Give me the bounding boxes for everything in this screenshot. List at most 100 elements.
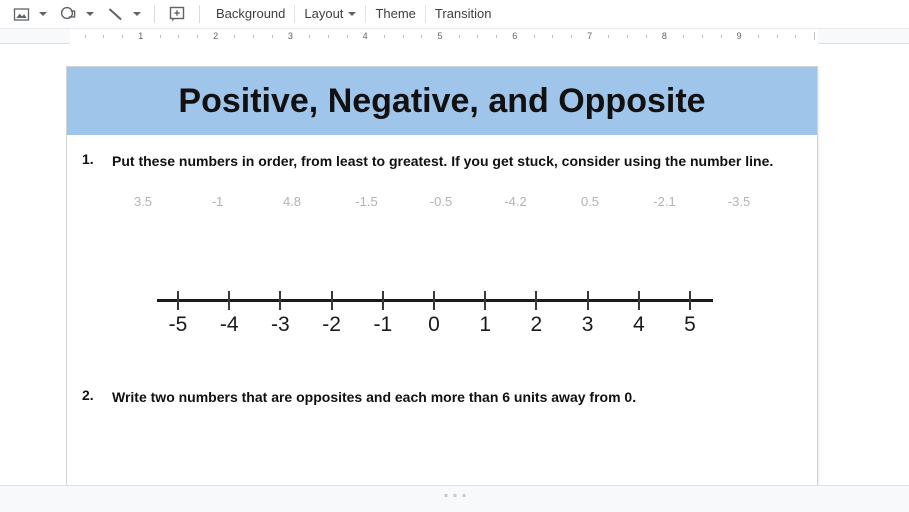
number-line-label: 2 [530,313,543,336]
title-banner[interactable]: Positive, Negative, and Opposite [67,67,817,135]
ruler-minor-tick [795,35,797,38]
insert-shape-dropdown[interactable] [83,2,100,26]
ruler-major-tick [515,32,516,40]
number-list-item: -4.2 [504,194,527,209]
ruler-track[interactable]: 123456789 [70,29,818,44]
ruler-minor-tick [346,35,348,38]
transition-label: Transition [434,6,492,21]
ruler-minor-tick [402,35,404,38]
bottom-strip [0,485,909,512]
chevron-down-icon [86,12,94,16]
number-line-label: 4 [632,313,645,336]
ruler-major-tick [664,32,665,40]
ruler-minor-tick [196,35,198,38]
number-line-tick [689,291,691,310]
ruler-minor-tick [458,35,460,38]
transition-button[interactable]: Transition [426,2,501,26]
number-line-label: 1 [479,313,492,336]
number-line-label: -3 [271,313,290,336]
insert-image-dropdown[interactable] [36,2,53,26]
insert-image-button[interactable] [6,2,36,26]
number-line-label: -1 [373,313,393,336]
ruler-minor-tick [570,35,572,38]
ruler-major-tick [365,32,366,40]
ruler-minor-tick [477,35,479,38]
question-2[interactable]: 2. Write two numbers that are opposites … [82,387,804,408]
insert-line-dropdown[interactable] [130,2,147,26]
ruler-minor-tick [122,35,124,38]
chevron-down-icon [348,12,357,16]
ruler-minor-tick [103,35,105,38]
number-line-tick [330,291,333,310]
number-list-item: -1.5 [355,194,378,209]
ruler-major-tick [440,32,441,40]
number-line-tick [484,291,487,310]
chevron-down-icon [133,12,141,16]
ruler-minor-tick [383,35,385,38]
number-list-item: 4.8 [282,194,302,209]
ruler-minor-tick [84,35,86,38]
question-1-text: Put these numbers in order, from least t… [112,153,774,169]
number-list[interactable]: 3.5 -1 4.8 -1.5 -0.5 -4.2 0.5 -2.1 -3.5 [115,194,795,212]
insert-textbox-button[interactable] [162,2,192,26]
number-line-tick [381,291,384,310]
horizontal-ruler[interactable]: 123456789 [0,28,909,44]
number-list-item: -0.5 [429,194,453,209]
theme-button[interactable]: Theme [366,2,424,26]
question-1[interactable]: 1. Put these numbers in order, from leas… [82,151,804,172]
insert-line-button[interactable] [100,2,130,26]
shape-icon [60,6,75,19]
ruler-major-tick [814,32,815,40]
ruler-minor-tick [757,35,759,38]
number-line-label: -5 [168,313,188,336]
page-title: Positive, Negative, and Opposite [178,81,706,120]
ruler-minor-tick [327,35,329,38]
number-line-graphic[interactable]: -5 -4 -3 -2 -1 0 1 2 3 4 5 [157,282,727,347]
ruler-minor-tick [776,35,778,38]
ruler-minor-tick [720,35,722,38]
ruler-minor-tick [627,35,628,38]
handle-dot [444,494,447,497]
number-line-tick [177,291,179,310]
number-line-tick [535,291,538,310]
question-2-number: 2. [82,387,94,403]
number-line-label: -2 [322,313,341,336]
number-list-item: 3.5 [133,194,153,209]
ruler-minor-tick [701,35,703,38]
slide[interactable]: Positive, Negative, and Opposite 1. Put … [66,66,818,489]
layout-label: Layout [304,6,344,21]
ruler-minor-tick [608,35,610,38]
ruler-major-tick [141,32,142,40]
number-line-tick [637,291,640,310]
background-button[interactable]: Background [207,2,294,26]
ruler-major-tick [216,32,217,40]
number-line-tick [586,291,589,310]
layout-button[interactable]: Layout [295,2,365,26]
line-icon [108,8,121,20]
toolbar-divider [154,5,155,23]
ruler-major-tick [739,32,740,40]
background-label: Background [216,6,286,21]
question-1-number: 1. [82,151,94,167]
handle-dot [462,494,465,497]
slide-canvas[interactable]: Positive, Negative, and Opposite 1. Put … [0,45,909,489]
ruler-minor-tick [421,35,423,38]
number-list-item: -2.1 [653,194,676,209]
ruler-minor-tick [645,35,647,38]
ruler-minor-tick [496,35,498,38]
ruler-minor-tick [159,35,161,38]
textbox-icon [169,6,184,22]
number-line-label: 5 [684,313,696,336]
ruler-minor-tick [533,35,535,38]
ruler-minor-tick [271,35,273,38]
panel-drag-handle[interactable] [444,494,465,497]
number-list-item: -3.5 [727,194,751,209]
image-icon [13,7,29,21]
ruler-major-tick [290,32,291,40]
number-line-tick [279,291,282,310]
ruler-minor-tick [309,35,311,38]
number-line-axis [157,299,713,302]
insert-shape-button[interactable] [53,2,83,26]
ruler-minor-tick [683,35,685,38]
ruler-major-tick [590,32,591,40]
